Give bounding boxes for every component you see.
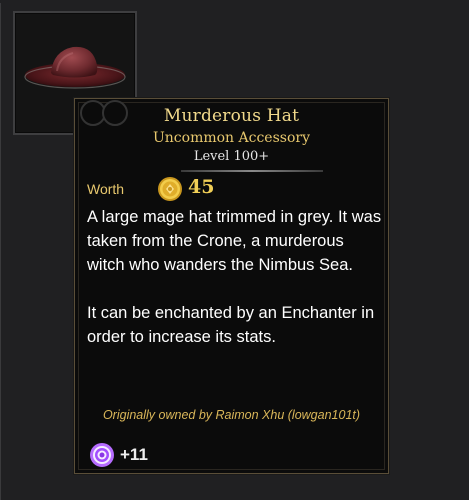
- description-paragraph: A large mage hat trimmed in grey. It was…: [87, 208, 382, 274]
- item-rarity: Uncommon Accessory: [152, 130, 310, 146]
- description-paragraph: It can be enchanted by an Enchanter in o…: [87, 304, 375, 346]
- game-screen: Murderous Hat Uncommon Accessory Level 1…: [0, 0, 469, 500]
- gold-coin-icon: [158, 177, 182, 201]
- item-name: Murderous Hat: [163, 106, 300, 126]
- panel-divider: [0, 3, 1, 500]
- item-level: Level 100+: [193, 149, 270, 164]
- enchant-ring-icon: [90, 443, 114, 467]
- owner-note: Originally owned by Raimon Xhu (lowgan10…: [102, 408, 361, 422]
- worth-value: 45: [188, 176, 215, 198]
- stat-value: +11: [120, 445, 148, 464]
- item-description: A large mage hat trimmed in grey. It was…: [87, 205, 385, 349]
- item-tooltip: Murderous Hat Uncommon Accessory Level 1…: [74, 98, 389, 474]
- title-divider: [181, 170, 323, 172]
- worth-label: Worth: [87, 181, 125, 197]
